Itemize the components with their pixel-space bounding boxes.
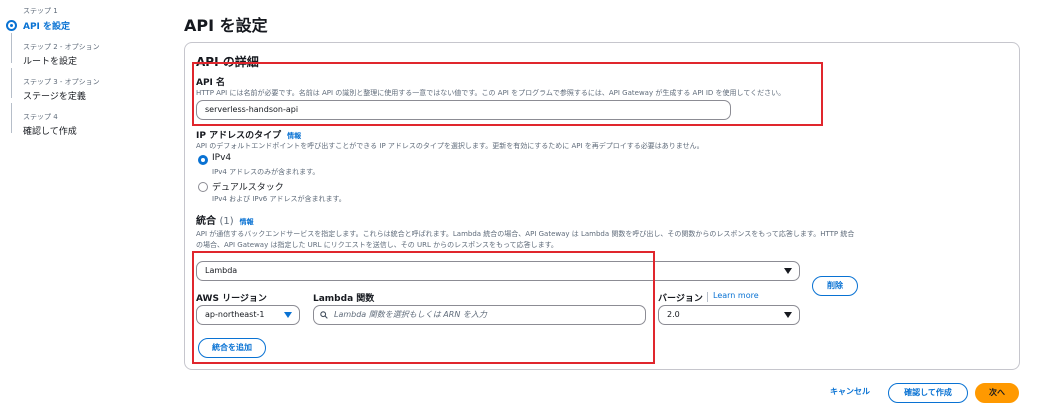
ip-type-info-link[interactable]: 情報 (287, 132, 301, 140)
version-select[interactable]: 2.0 (658, 305, 800, 325)
page-title: API を設定 (184, 16, 268, 35)
step-4-sub: ステップ 4 (23, 113, 58, 121)
next-button[interactable]: 次へ (975, 383, 1019, 403)
step-connector (11, 68, 12, 98)
radio-ipv4-description: IPv4 アドレスのみが含まれます。 (212, 168, 320, 176)
step-1-title[interactable]: API を設定 (23, 19, 70, 32)
step-active-indicator-icon (6, 20, 17, 31)
step-connector (11, 103, 12, 133)
section-heading: API の詳細 (196, 55, 259, 69)
lambda-function-search[interactable]: Lambda 関数を選択もしくは ARN を入力 (313, 305, 646, 325)
region-label: AWS リージョン (196, 294, 267, 304)
radio-ipv4-label[interactable]: IPv4 (212, 153, 231, 163)
step-2-sub: ステップ 2 - オプション (23, 43, 100, 51)
lambda-function-placeholder: Lambda 関数を選択もしくは ARN を入力 (334, 310, 487, 319)
step-connector (11, 33, 12, 63)
radio-ipv4[interactable] (198, 155, 208, 165)
api-name-label: API 名 (196, 78, 226, 88)
integration-count: (1) (219, 216, 234, 227)
integration-label: 統合 (1) 情報 (196, 212, 254, 227)
chevron-down-icon (784, 312, 792, 318)
version-divider (707, 292, 708, 302)
region-select[interactable]: ap-northeast-1 (196, 305, 300, 325)
api-name-description: HTTP API には名前が必要です。名前は API の識別と整理に使用する一意… (196, 89, 786, 97)
chevron-down-icon (784, 268, 792, 274)
step-4-title[interactable]: 確認して作成 (23, 124, 77, 137)
remove-integration-button[interactable]: 削除 (812, 276, 858, 296)
ip-type-label-text: IP アドレスのタイプ (196, 131, 282, 141)
learn-more-link[interactable]: Learn more (713, 291, 759, 300)
step-3-sub: ステップ 3 - オプション (23, 78, 100, 86)
integration-label-text: 統合 (196, 216, 216, 227)
region-value: ap-northeast-1 (205, 310, 265, 319)
step-1-sub: ステップ 1 (23, 7, 58, 15)
integration-info-link[interactable]: 情報 (240, 218, 254, 226)
chevron-down-icon (284, 312, 292, 318)
integration-type-value: Lambda (205, 266, 238, 275)
ip-type-label: IP アドレスのタイプ 情報 (196, 128, 301, 141)
lambda-function-label: Lambda 関数 (313, 294, 375, 304)
version-value: 2.0 (667, 310, 680, 319)
radio-dualstack-description: IPv4 および IPv6 アドレスが含まれます。 (212, 195, 346, 203)
ip-type-description: API のデフォルトエンドポイントを呼び出すことができる IP アドレスのタイプ… (196, 142, 704, 150)
add-integration-button[interactable]: 統合を追加 (198, 338, 266, 358)
integration-type-select[interactable]: Lambda (196, 261, 800, 281)
version-label: バージョン (658, 294, 703, 304)
step-3-title[interactable]: ステージを定義 (23, 89, 86, 102)
review-create-button[interactable]: 確認して作成 (888, 383, 968, 403)
cancel-button[interactable]: キャンセル (822, 383, 878, 403)
radio-dualstack[interactable] (198, 182, 208, 192)
integration-description-2: の場合、API Gateway は指定した URL にリクエストを送信し、その … (196, 241, 558, 249)
search-icon (320, 311, 328, 319)
radio-dualstack-label[interactable]: デュアルスタック (212, 180, 284, 193)
step-2-title[interactable]: ルートを設定 (23, 54, 77, 67)
integration-description-1: API が通信するバックエンドサービスを指定します。これらは統合と呼ばれます。L… (196, 230, 855, 238)
api-name-input[interactable]: serverless-handson-api (196, 100, 731, 120)
